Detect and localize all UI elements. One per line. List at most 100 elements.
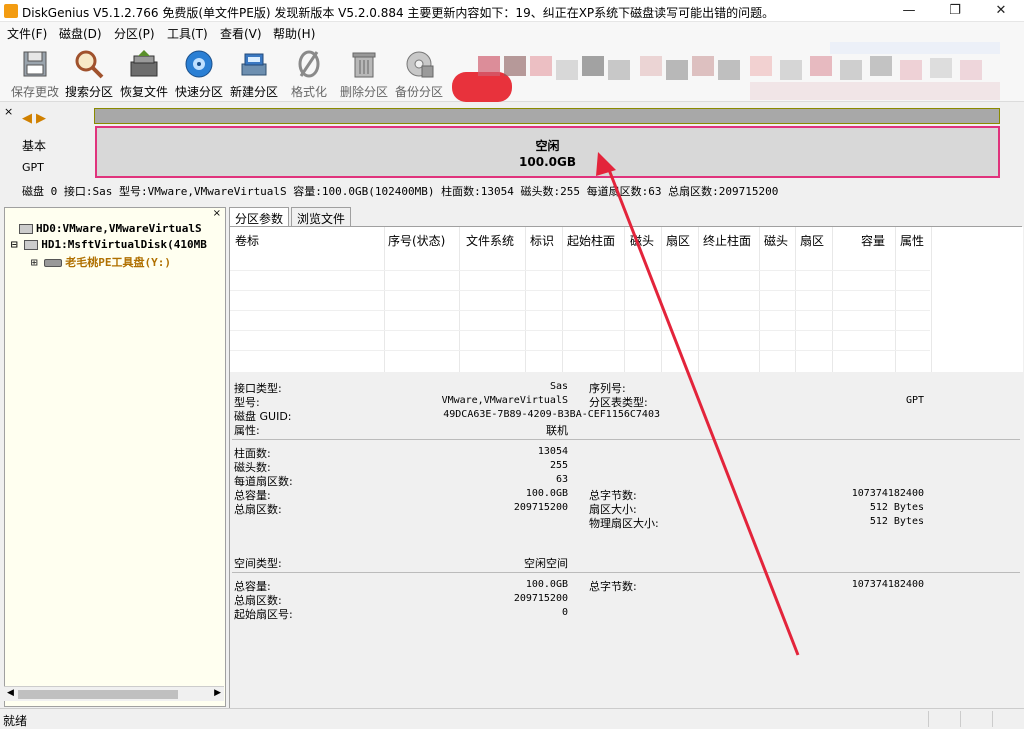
search-partition-button[interactable]: 搜索分区 — [62, 46, 116, 100]
menu-tools[interactable]: 工具(T) — [167, 25, 208, 42]
space-type-value: 空闲空间 — [524, 557, 568, 570]
menu-view[interactable]: 查看(V) — [220, 25, 262, 42]
maximize-button[interactable]: ❐ — [932, 0, 978, 22]
pttype-label: 分区表类型: — [589, 396, 648, 409]
window-title: DiskGenius V5.1.2.766 免费版(单文件PE版) 发现新版本 … — [22, 6, 775, 20]
disk-tree-panel: × HD0:VMware,VMwareVirtualS ⊟ HD1:MsftVi… — [4, 207, 226, 707]
format-icon — [298, 50, 320, 78]
capacity-value: 100.0GB — [525, 488, 568, 499]
new-partition-button[interactable]: 新建分区 — [227, 46, 281, 100]
toolbar: 保存更改 搜索分区 恢复文件 快速分区 新建分区 格式化 删除分区 备份分区 — [0, 42, 1024, 102]
tree-node-hd0[interactable]: HD0:VMware,VMwareVirtualS — [19, 222, 202, 235]
col-index-status[interactable]: 序号(状态) — [388, 232, 445, 249]
col-start-sector[interactable]: 扇区 — [666, 232, 690, 249]
col-start-head[interactable]: 磁头 — [630, 232, 654, 249]
start-sector-value: 0 — [561, 607, 568, 618]
col-start-cylinder[interactable]: 起始柱面 — [567, 232, 615, 249]
disk-map-panel: × ◀ ▶ 基本 GPT 空闲 100.0GB 磁盘 0 接口:Sas 型号:V… — [0, 103, 1024, 203]
free-space-label: 空闲 — [535, 139, 560, 153]
close-button[interactable]: ✕ — [978, 0, 1024, 22]
model-value: VMware,VMwareVirtualS — [441, 395, 568, 406]
magnifier-icon — [75, 50, 104, 79]
total-bytes-value: 107374182400 — [851, 488, 924, 499]
spt-value: 63 — [555, 474, 568, 485]
backup-icon — [406, 51, 434, 78]
disk-info-line: 磁盘 0 接口:Sas 型号:VMware,VMwareVirtualS 容量:… — [22, 185, 779, 198]
menu-partition[interactable]: 分区(P) — [114, 25, 155, 42]
usb-drive-icon — [44, 259, 63, 267]
heads-value: 255 — [549, 460, 568, 471]
right-tabs: 分区参数 浏览文件 — [229, 207, 1024, 227]
expand-icon[interactable]: ⊞ — [31, 256, 38, 269]
col-filesystem[interactable]: 文件系统 — [466, 232, 514, 249]
col-end-cylinder[interactable]: 终止柱面 — [703, 232, 751, 249]
col-capacity[interactable]: 容量 — [861, 232, 885, 249]
free-space-size: 100.0GB — [519, 155, 576, 169]
save-changes-button[interactable]: 保存更改 — [8, 46, 62, 100]
trash-icon — [352, 52, 376, 78]
tree-node-hd1[interactable]: ⊟ HD1:MsftVirtualDisk(410MB — [11, 238, 207, 251]
sector-size-value: 512 Bytes — [869, 502, 924, 513]
save-icon — [23, 51, 47, 77]
partition-detail-panel: 卷标 序号(状态) 文件系统 标识 起始柱面 磁头 扇区 终止柱面 磁头 扇区 … — [229, 226, 1023, 709]
col-attribute[interactable]: 属性 — [900, 232, 924, 249]
scroll-left-icon[interactable]: ◀ — [7, 688, 14, 698]
free-bytes-value: 107374182400 — [851, 579, 924, 590]
tab-partition-params[interactable]: 分区参数 — [229, 207, 290, 227]
col-volume-label[interactable]: 卷标 — [235, 232, 259, 249]
disk-style-label: 基本 — [22, 139, 47, 153]
title-bar: DiskGenius V5.1.2.766 免费版(单文件PE版) 发现新版本 … — [0, 0, 1024, 22]
menu-disk[interactable]: 磁盘(D) — [59, 25, 102, 42]
blurred-ad-area — [452, 42, 1000, 102]
tree-node-pe-drive[interactable]: ⊞ 老毛桃PE工具盘(Y:) — [31, 254, 171, 270]
total-sectors-label: 总扇区数: — [234, 503, 282, 516]
free-bytes-label: 总字节数: — [589, 580, 637, 593]
format-button[interactable]: 格式化 — [282, 46, 336, 100]
quick-partition-button[interactable]: 快速分区 — [172, 46, 226, 100]
total-sectors-value: 209715200 — [513, 502, 568, 513]
attr-value: 联机 — [546, 424, 568, 437]
backup-partition-button[interactable]: 备份分区 — [392, 46, 446, 100]
start-sector-label: 起始扇区号: — [234, 608, 293, 621]
tree-horizontal-scrollbar[interactable]: ◀ ▶ — [4, 686, 224, 701]
app-icon — [4, 4, 18, 18]
status-text: 就绪 — [3, 714, 28, 728]
free-sectors-value: 209715200 — [513, 593, 568, 604]
disk-map-close-button[interactable]: × — [4, 105, 13, 118]
quick-partition-icon — [185, 50, 213, 78]
menu-file[interactable]: 文件(F) — [7, 25, 47, 42]
minimize-button[interactable]: — — [886, 0, 932, 22]
tree-close-button[interactable]: × — [213, 208, 221, 219]
free-capacity-value: 100.0GB — [525, 579, 568, 590]
hard-disk-icon — [19, 224, 33, 234]
tab-browse-files[interactable]: 浏览文件 — [291, 207, 352, 227]
pttype-value: GPT — [905, 395, 924, 406]
new-partition-icon — [241, 53, 267, 76]
physical-sector-label: 物理扇区大小: — [589, 517, 659, 530]
recover-files-button[interactable]: 恢复文件 — [117, 46, 171, 100]
iface-value: Sas — [549, 381, 568, 392]
cylinders-value: 13054 — [537, 446, 568, 457]
scroll-thumb[interactable] — [18, 690, 178, 699]
collapse-icon[interactable]: ⊟ — [11, 238, 18, 251]
menu-help[interactable]: 帮助(H) — [273, 25, 315, 42]
space-type-label: 空间类型: — [234, 557, 282, 570]
partition-table: 卷标 序号(状态) 文件系统 标识 起始柱面 磁头 扇区 终止柱面 磁头 扇区 … — [230, 227, 1023, 372]
guid-value: 49DCA63E-7B89-4209-B3BA-CEF1156C7403 — [443, 409, 660, 420]
recover-icon — [130, 50, 158, 77]
col-end-head[interactable]: 磁头 — [764, 232, 788, 249]
menu-bar: 文件(F) 磁盘(D) 分区(P) 工具(T) 查看(V) 帮助(H) — [0, 22, 1024, 42]
disk-properties: 接口类型: Sas 序列号: 型号: VMware,VMwareVirtualS… — [230, 372, 1023, 709]
free-space-block[interactable]: 空闲 100.0GB — [95, 126, 1000, 178]
next-disk-button[interactable]: ▶ — [36, 111, 46, 126]
hard-disk-icon — [24, 240, 39, 250]
scroll-right-icon[interactable]: ▶ — [214, 688, 221, 698]
col-id[interactable]: 标识 — [530, 232, 554, 249]
prev-disk-button[interactable]: ◀ — [22, 111, 32, 126]
status-bar: 就绪 — [0, 708, 1024, 728]
delete-partition-button[interactable]: 删除分区 — [337, 46, 391, 100]
disk-overview-strip[interactable] — [94, 108, 1000, 124]
attr-label: 属性: — [234, 424, 260, 437]
physical-sector-value: 512 Bytes — [869, 516, 924, 527]
col-end-sector[interactable]: 扇区 — [800, 232, 824, 249]
